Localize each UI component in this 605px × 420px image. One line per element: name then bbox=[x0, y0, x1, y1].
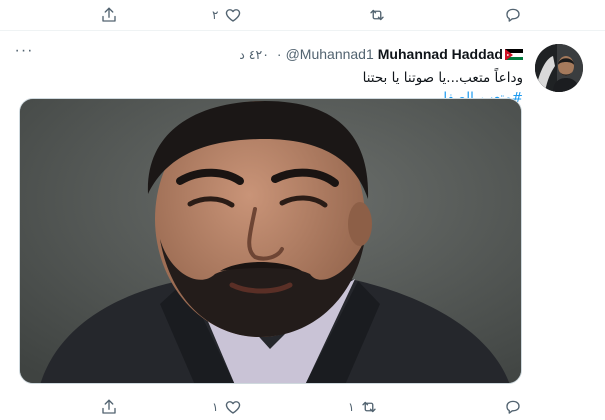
share-icon bbox=[102, 7, 116, 22]
tweet-divider bbox=[0, 30, 605, 31]
heart-icon bbox=[226, 9, 241, 22]
user-handle[interactable]: @Muhannad1 bbox=[286, 46, 374, 62]
like-button[interactable]: ١ bbox=[212, 392, 242, 420]
retweet-button[interactable]: ١ bbox=[348, 392, 378, 420]
reply-icon bbox=[506, 400, 520, 414]
tweet-header: ٤٢٠ د · @Muhannad1 Muhannad Haddad bbox=[239, 45, 523, 63]
retweet-icon bbox=[370, 9, 384, 21]
share-button[interactable] bbox=[100, 392, 118, 420]
reply-icon bbox=[506, 8, 520, 22]
avatar-image bbox=[535, 44, 583, 92]
heart-icon bbox=[226, 401, 241, 414]
tweet-photo[interactable] bbox=[19, 98, 522, 384]
retweet-button[interactable] bbox=[368, 0, 386, 30]
reply-button[interactable] bbox=[504, 0, 522, 30]
share-button[interactable] bbox=[100, 0, 118, 30]
previous-tweet-action-bar: ٢ bbox=[0, 0, 605, 30]
like-button[interactable]: ٢ bbox=[212, 0, 242, 30]
portrait-photo bbox=[20, 99, 521, 383]
like-count: ٢ bbox=[212, 8, 219, 22]
share-icon bbox=[102, 399, 116, 414]
like-count: ١ bbox=[212, 400, 219, 414]
reply-button[interactable] bbox=[504, 392, 522, 420]
retweet-count: ١ bbox=[348, 400, 355, 414]
retweet-icon bbox=[362, 401, 377, 413]
tweet-text-line: وداعاً متعب...يا صوتنا يا بحتنا bbox=[362, 70, 523, 86]
more-options-button[interactable]: ··· bbox=[12, 42, 36, 60]
display-name[interactable]: Muhannad Haddad bbox=[378, 46, 503, 62]
tweet-action-bar: ١ ١ bbox=[0, 392, 605, 420]
more-icon: ··· bbox=[14, 42, 34, 59]
jordan-flag-icon bbox=[505, 48, 523, 60]
avatar[interactable] bbox=[535, 44, 583, 92]
separator-dot: · bbox=[276, 46, 282, 62]
tweet-timestamp[interactable]: ٤٢٠ د bbox=[239, 47, 269, 62]
